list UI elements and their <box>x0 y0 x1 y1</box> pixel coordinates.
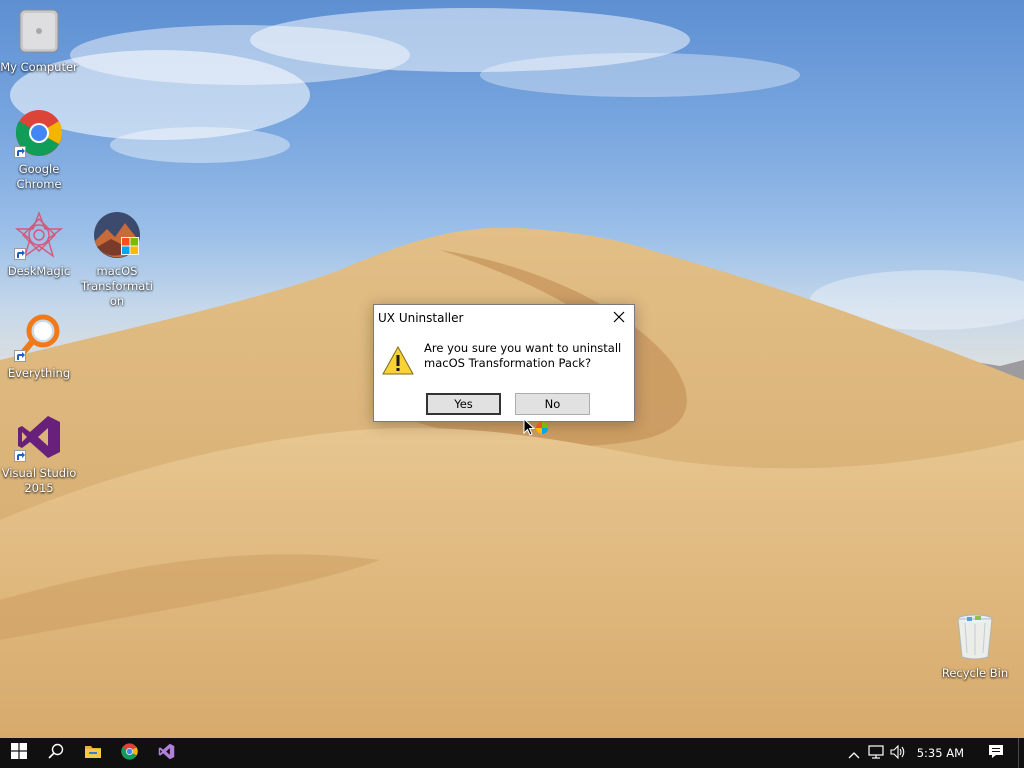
taskbar-google-chrome[interactable] <box>111 738 148 768</box>
taskbar: 5:35 AM <box>0 738 1024 768</box>
shortcut-arrow-icon <box>14 450 26 462</box>
shortcut-arrow-icon <box>14 350 26 362</box>
dialog-close-button[interactable] <box>604 305 634 330</box>
taskbar-file-explorer[interactable] <box>74 738 111 768</box>
desktop-icon-macos-transformation[interactable]: macOS Transformation <box>78 210 156 309</box>
desktop-icon-google-chrome[interactable]: Google Chrome <box>0 108 78 192</box>
folder-icon <box>84 743 102 763</box>
visual-studio-icon <box>158 743 175 764</box>
action-center-icon <box>988 744 1004 763</box>
mouse-cursor-busy-icon <box>523 417 551 438</box>
deskmagic-icon <box>14 210 64 260</box>
chrome-icon <box>14 108 64 158</box>
desktop-icon-label: My Computer <box>0 60 78 74</box>
yes-button-label: Yes <box>454 397 473 411</box>
dialog-message: Are you sure you want to uninstall macOS… <box>424 341 629 371</box>
macos-transformation-icon <box>92 210 142 260</box>
volume-button[interactable] <box>887 738 909 768</box>
show-hidden-icons-button[interactable] <box>843 738 865 768</box>
desktop-icon-label: DeskMagic <box>7 264 71 278</box>
desktop-icon-label: Everything <box>7 366 71 380</box>
desktop-icon-everything[interactable]: Everything <box>0 312 78 381</box>
search-icon <box>47 743 64 763</box>
chevron-up-icon <box>848 744 860 763</box>
yes-button[interactable]: Yes <box>426 393 501 415</box>
taskbar-visual-studio[interactable] <box>148 738 185 768</box>
desktop-icon-label: macOS Transformation <box>81 264 153 308</box>
desktop-icon-label: Recycle Bin <box>941 666 1009 680</box>
taskbar-clock[interactable]: 5:35 AM <box>909 738 974 768</box>
action-center-button[interactable] <box>974 738 1018 768</box>
volume-icon <box>890 744 906 763</box>
no-button-label: No <box>544 397 561 411</box>
show-desktop-button[interactable] <box>1018 738 1024 768</box>
desktop-icon-recycle-bin[interactable]: Recycle Bin <box>936 612 1014 681</box>
desktop-icon-label: Google Chrome <box>16 162 62 191</box>
uninstall-confirm-dialog: UX Uninstaller Are you sure you want to … <box>373 304 635 422</box>
network-button[interactable] <box>865 738 887 768</box>
visual-studio-icon <box>14 412 64 462</box>
system-tray: 5:35 AM <box>843 738 1024 768</box>
start-button[interactable] <box>0 738 37 768</box>
dialog-titlebar[interactable]: UX Uninstaller <box>374 305 634 330</box>
recycle-bin-icon <box>950 612 1000 662</box>
computer-icon <box>14 6 64 56</box>
warning-icon <box>382 345 414 376</box>
desktop-icon-visual-studio[interactable]: Visual Studio 2015 <box>0 412 78 496</box>
dialog-button-bar: Yes No <box>374 390 634 421</box>
dialog-message-line: Are you sure you want to uninstall <box>424 341 622 355</box>
shortcut-arrow-icon <box>14 248 26 260</box>
dialog-message-line: macOS Transformation Pack? <box>424 356 592 370</box>
everything-search-icon <box>14 312 64 362</box>
chrome-icon <box>121 742 138 764</box>
network-icon <box>868 744 884 763</box>
shortcut-arrow-icon <box>14 146 26 158</box>
windows-start-icon <box>10 743 27 763</box>
desktop-icon-my-computer[interactable]: My Computer <box>0 6 78 75</box>
dialog-title: UX Uninstaller <box>378 310 464 325</box>
close-icon <box>613 308 625 327</box>
no-button[interactable]: No <box>515 393 590 415</box>
dialog-body: Are you sure you want to uninstall macOS… <box>374 330 634 390</box>
desktop-icon-label: Visual Studio 2015 <box>1 466 77 495</box>
search-button[interactable] <box>37 738 74 768</box>
desktop-icon-deskmagic[interactable]: DeskMagic <box>0 210 78 279</box>
